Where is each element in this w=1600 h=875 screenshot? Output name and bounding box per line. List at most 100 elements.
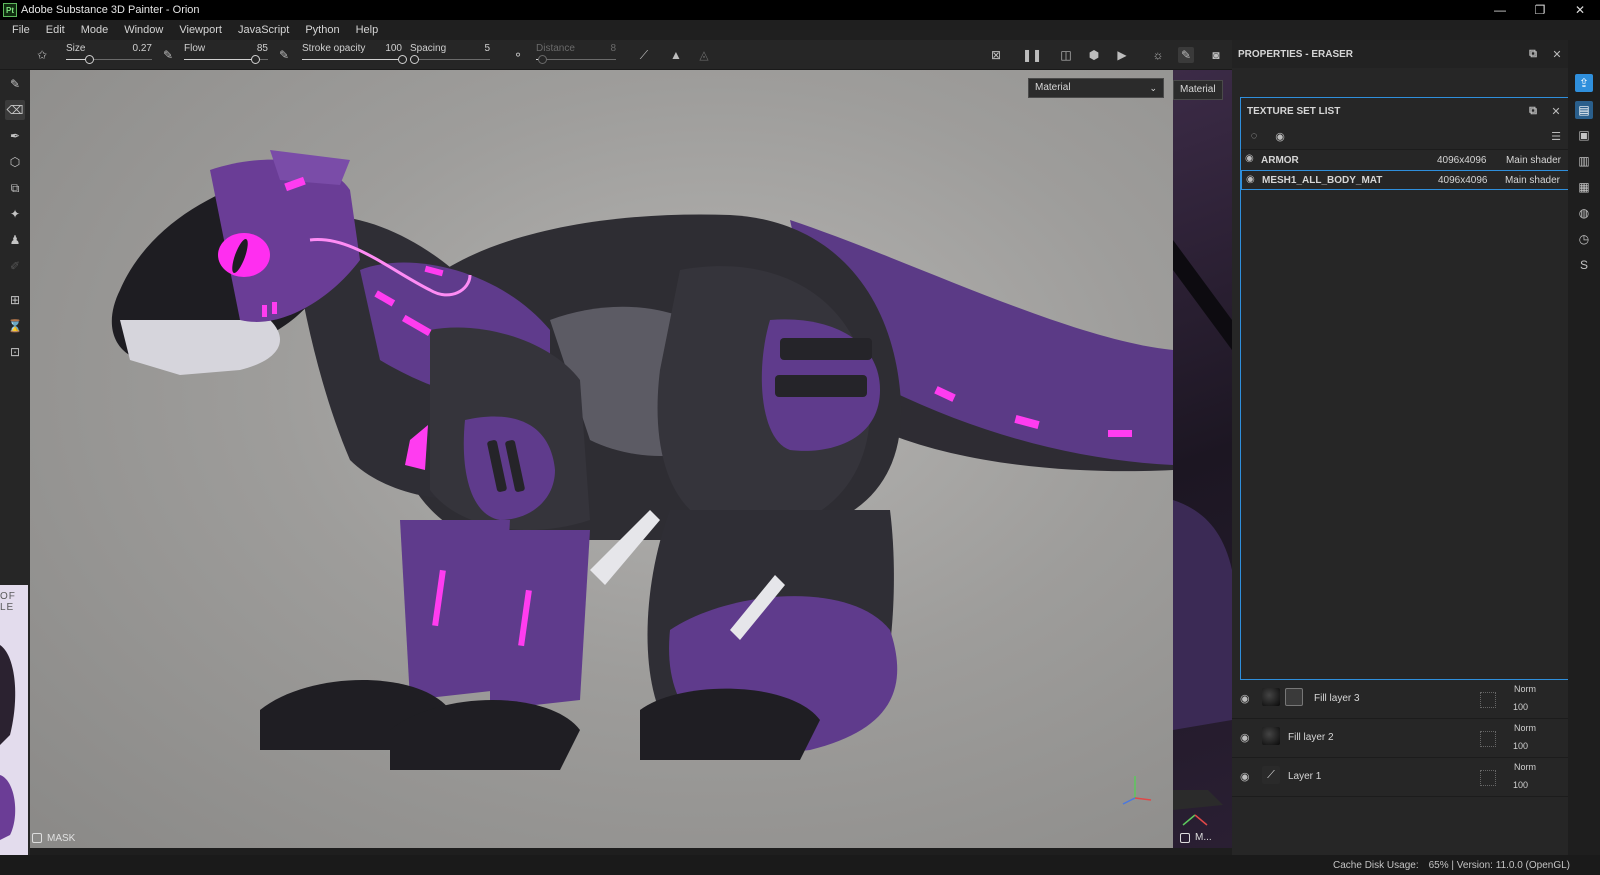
export-tool-icon[interactable]: ⊡ bbox=[5, 342, 25, 362]
layer-row[interactable]: ◉ Fill layer 3 Norm 100 bbox=[1232, 680, 1568, 719]
assets-icon[interactable]: ▦ bbox=[1575, 178, 1593, 196]
export-panel-icon[interactable]: ⇪ bbox=[1575, 74, 1593, 92]
2d-view-mask-toggle[interactable]: M... bbox=[1180, 832, 1212, 843]
mask-checkbox[interactable] bbox=[32, 833, 42, 843]
spacing-slider[interactable]: Spacing 5 bbox=[410, 43, 490, 67]
distance-slider[interactable]: Distance 8 bbox=[536, 43, 616, 67]
menu-mode[interactable]: Mode bbox=[73, 20, 117, 40]
hide-ui-icon[interactable]: ⊠ bbox=[988, 47, 1004, 63]
texture-set-list-icon[interactable]: ▤ bbox=[1575, 101, 1593, 119]
close-button[interactable]: ✕ bbox=[1560, 0, 1600, 20]
geometry-mask-tool-icon[interactable]: ⧉ bbox=[5, 178, 25, 198]
flow-handle[interactable] bbox=[251, 55, 261, 64]
lazy-mouse-icon[interactable]: ⚬ bbox=[510, 47, 526, 63]
shader-settings-icon[interactable]: ◍ bbox=[1575, 204, 1593, 222]
reference-thumbnail[interactable]: OF LE bbox=[0, 585, 28, 855]
eye-icon[interactable]: ◉ bbox=[1245, 153, 1257, 165]
float-panel-icon[interactable]: ⧉ bbox=[1526, 104, 1540, 118]
symmetry-toggle-icon[interactable]: ◫ bbox=[1058, 47, 1074, 63]
projection-tool-icon[interactable]: ✒ bbox=[5, 126, 25, 146]
2d-view[interactable] bbox=[1173, 70, 1232, 848]
layer-name[interactable]: Fill layer 2 bbox=[1288, 732, 1334, 743]
screenshot-icon[interactable]: ◙ bbox=[1208, 47, 1224, 63]
stroke-opacity-slider[interactable]: Stroke opacity 100 bbox=[302, 43, 407, 67]
3d-viewport[interactable]: Material ⌄ MASK bbox=[30, 70, 1173, 848]
mask-toggle[interactable]: MASK bbox=[32, 830, 75, 846]
layer-mask-thumbnail[interactable] bbox=[1285, 688, 1303, 706]
stroke-opacity-handle[interactable] bbox=[398, 55, 407, 64]
texture-set-settings-icon[interactable]: ▣ bbox=[1575, 126, 1593, 144]
minimize-button[interactable]: — bbox=[1480, 0, 1520, 20]
paint-tool-icon[interactable]: ✎ bbox=[5, 74, 25, 94]
distance-handle[interactable] bbox=[538, 55, 548, 64]
size-handle[interactable] bbox=[85, 55, 95, 64]
pen-pressure-flow-icon[interactable]: ✎ bbox=[276, 47, 292, 63]
lighting-icon[interactable]: ☼ bbox=[1150, 47, 1166, 63]
view-mode-icon[interactable]: ⬢ bbox=[1086, 47, 1102, 63]
spacing-track[interactable] bbox=[410, 59, 490, 60]
menu-help[interactable]: Help bbox=[348, 20, 387, 40]
viewport-channel-dropdown[interactable]: Material ⌄ bbox=[1028, 78, 1164, 98]
spacing-value[interactable]: 5 bbox=[484, 43, 490, 54]
layer-name[interactable]: Fill layer 3 bbox=[1314, 693, 1360, 704]
close-panel-icon[interactable]: ✕ bbox=[1550, 47, 1564, 61]
symmetry-icon[interactable]: ▲ bbox=[668, 47, 684, 63]
layer-mask-slot[interactable] bbox=[1480, 731, 1496, 747]
properties-icon[interactable]: ▥ bbox=[1575, 152, 1593, 170]
history-icon[interactable]: ◷ bbox=[1575, 230, 1593, 248]
measure-tool-icon[interactable]: ⌛ bbox=[5, 316, 25, 336]
menu-edit[interactable]: Edit bbox=[38, 20, 73, 40]
flow-value[interactable]: 85 bbox=[257, 43, 268, 54]
size-value[interactable]: 0.27 bbox=[133, 43, 152, 54]
texture-set-shader[interactable]: Main shader bbox=[1506, 155, 1561, 166]
layer-opacity[interactable]: 100 bbox=[1513, 741, 1528, 751]
2d-mask-checkbox[interactable] bbox=[1180, 832, 1190, 843]
2d-view-channel-dropdown[interactable]: Material bbox=[1173, 80, 1223, 100]
blend-mode-dropdown[interactable]: Norm bbox=[1514, 723, 1536, 733]
flow-slider[interactable]: Flow 85 bbox=[184, 43, 268, 67]
menu-file[interactable]: File bbox=[4, 20, 38, 40]
menu-icon[interactable]: ☰ bbox=[1549, 129, 1563, 143]
paint-mode-icon[interactable]: ✎ bbox=[1178, 47, 1194, 63]
bake-tool-icon[interactable]: ⊞ bbox=[5, 290, 25, 310]
texture-set-shader[interactable]: Main shader bbox=[1505, 175, 1560, 186]
layer-name[interactable]: Layer 1 bbox=[1288, 771, 1321, 782]
texture-set-row[interactable]: ◉ MESH1_ALL_BODY_MAT 4096x4096 Main shad… bbox=[1241, 170, 1569, 190]
alignment-icon[interactable]: ⟋ bbox=[636, 47, 652, 63]
symmetry-settings-icon[interactable]: ◬ bbox=[696, 47, 712, 63]
layer-opacity[interactable]: 100 bbox=[1513, 702, 1528, 712]
blend-mode-dropdown[interactable]: Norm bbox=[1514, 684, 1536, 694]
float-panel-icon[interactable]: ⧉ bbox=[1526, 47, 1540, 61]
clone-tool-icon[interactable]: ♟ bbox=[5, 230, 25, 250]
menu-javascript[interactable]: JavaScript bbox=[230, 20, 297, 40]
restore-button[interactable]: ❐ bbox=[1520, 0, 1560, 20]
blend-mode-dropdown[interactable]: Norm bbox=[1514, 762, 1536, 772]
brush-preset-icon[interactable]: ✩ bbox=[34, 47, 50, 63]
eye-icon[interactable]: ◉ bbox=[1240, 731, 1254, 745]
distance-value[interactable]: 8 bbox=[610, 43, 616, 54]
spacing-handle[interactable] bbox=[410, 55, 419, 64]
eye-icon[interactable]: ◉ bbox=[1240, 770, 1254, 784]
close-panel-icon[interactable]: ✕ bbox=[1549, 104, 1563, 118]
distance-track[interactable] bbox=[536, 59, 616, 60]
substance-icon[interactable]: S bbox=[1575, 256, 1593, 274]
menu-window[interactable]: Window bbox=[116, 20, 171, 40]
hide-all-icon[interactable]: ◌ bbox=[1247, 129, 1261, 143]
smudge-tool-icon[interactable]: ✦ bbox=[5, 204, 25, 224]
stroke-opacity-value[interactable]: 100 bbox=[385, 43, 402, 54]
eye-icon[interactable]: ◉ bbox=[1240, 692, 1254, 706]
layer-opacity[interactable]: 100 bbox=[1513, 780, 1528, 790]
layer-mask-slot[interactable] bbox=[1480, 692, 1496, 708]
camera-icon[interactable]: ▶ bbox=[1114, 47, 1130, 63]
menu-python[interactable]: Python bbox=[297, 20, 347, 40]
eye-icon[interactable]: ◉ bbox=[1246, 174, 1258, 186]
texture-set-row[interactable]: ◉ ARMOR 4096x4096 Main shader bbox=[1241, 150, 1569, 170]
pen-pressure-size-icon[interactable]: ✎ bbox=[160, 47, 176, 63]
show-all-icon[interactable]: ◉ bbox=[1273, 129, 1287, 143]
eraser-tool-icon[interactable]: ⌫ bbox=[5, 100, 25, 120]
layer-mask-slot[interactable] bbox=[1480, 770, 1496, 786]
size-slider[interactable]: Size 0.27 bbox=[66, 43, 152, 67]
menu-viewport[interactable]: Viewport bbox=[171, 20, 230, 40]
color-picker-tool-icon[interactable]: ✐ bbox=[5, 256, 25, 276]
polygon-fill-tool-icon[interactable]: ⬡ bbox=[5, 152, 25, 172]
